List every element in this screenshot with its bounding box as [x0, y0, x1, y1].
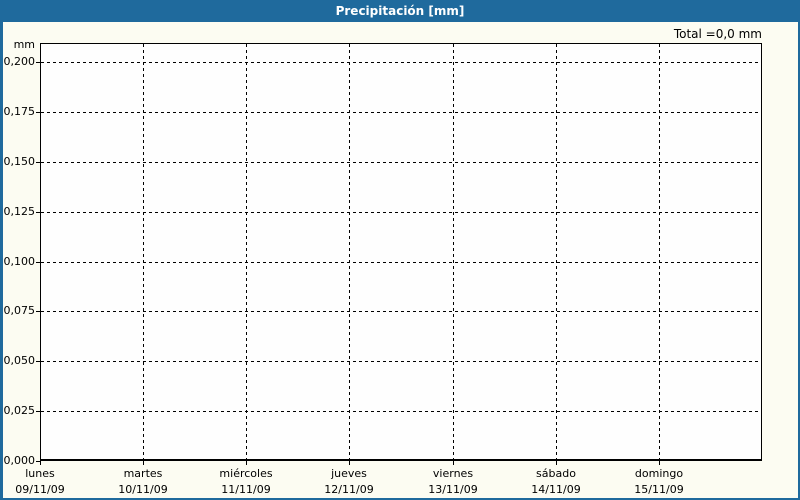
y-tick-label: 0,000 — [3, 454, 36, 467]
x-tick-day-label: sábado — [536, 467, 576, 480]
v-gridline — [143, 44, 144, 460]
y-axis-tick — [36, 112, 40, 113]
y-tick-label: 0,125 — [3, 205, 36, 218]
x-tick-date-label: 15/11/09 — [634, 483, 684, 496]
x-tick-day-label: lunes — [25, 467, 55, 480]
h-gridline — [41, 112, 761, 113]
x-axis-tick — [556, 461, 557, 465]
y-tick-label: 0,100 — [3, 255, 36, 268]
x-tick-day-label: domingo — [634, 467, 684, 480]
x-tick-date-label: 13/11/09 — [428, 483, 478, 496]
x-tick-date-label: 10/11/09 — [118, 483, 168, 496]
window-border-left — [0, 0, 3, 500]
v-gridline — [556, 44, 557, 460]
v-gridline — [659, 44, 660, 460]
x-axis-tick — [659, 461, 660, 465]
h-gridline — [41, 62, 761, 63]
x-tick-date-label: 12/11/09 — [324, 483, 374, 496]
y-axis-unit-label: mm — [13, 38, 35, 51]
y-axis-tick — [36, 361, 40, 362]
y-axis-tick — [36, 311, 40, 312]
y-tick-label: 0,075 — [3, 304, 36, 317]
x-axis-tick — [143, 461, 144, 465]
y-axis-tick — [36, 262, 40, 263]
chart-window: Precipitación [mm] Total =0,0 mm mm 0,20… — [0, 0, 800, 500]
x-axis-tick — [349, 461, 350, 465]
x-tick-day-label: martes — [123, 467, 163, 480]
x-axis-tick — [246, 461, 247, 465]
h-gridline — [41, 262, 761, 263]
h-gridline — [41, 411, 761, 412]
total-annotation: Total =0,0 mm — [673, 27, 762, 41]
h-gridline — [41, 311, 761, 312]
y-axis-tick — [36, 62, 40, 63]
chart-title-bar: Precipitación [mm] — [0, 0, 800, 22]
x-tick-date-label: 09/11/09 — [15, 483, 65, 496]
v-gridline — [246, 44, 247, 460]
y-tick-label: 0,050 — [3, 354, 36, 367]
y-axis-tick — [36, 162, 40, 163]
h-gridline — [41, 361, 761, 362]
h-gridline — [41, 212, 761, 213]
x-axis-tick — [453, 461, 454, 465]
v-gridline — [349, 44, 350, 460]
y-tick-label: 0,200 — [3, 55, 36, 68]
x-tick-day-label: miércoles — [219, 467, 273, 480]
x-tick-day-label: viernes — [432, 467, 474, 480]
chart-title: Precipitación [mm] — [335, 4, 465, 18]
x-tick-date-label: 11/11/09 — [221, 483, 271, 496]
x-tick-date-label: 14/11/09 — [531, 483, 581, 496]
plot-area — [40, 43, 762, 461]
x-axis-tick — [40, 461, 41, 465]
y-axis-tick — [36, 411, 40, 412]
y-axis-tick — [36, 212, 40, 213]
h-gridline — [41, 162, 761, 163]
y-tick-label: 0,175 — [3, 105, 36, 118]
y-tick-label: 0,150 — [3, 155, 36, 168]
x-tick-day-label: jueves — [331, 467, 367, 480]
y-tick-label: 0,025 — [3, 404, 36, 417]
v-gridline — [453, 44, 454, 460]
